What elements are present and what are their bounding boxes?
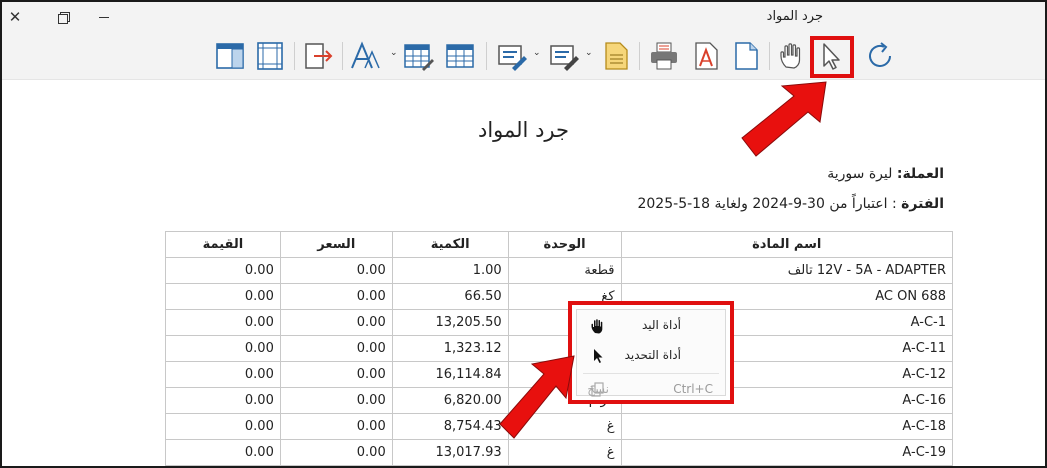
period-value: : اعتباراً من 30-9-2024 ولغاية 18-5-2025 (637, 196, 902, 212)
hand-tool-icon[interactable] (776, 40, 808, 72)
edit-dropdown-chevron-icon[interactable]: ⌄ (533, 48, 543, 58)
cell-name: A-C-19 (620, 439, 954, 466)
cell-name: A-C-18 (620, 413, 954, 440)
title-bar: ✕ جرد المواد (2, 2, 1045, 34)
font-dropdown-chevron-icon[interactable]: ⌄ (390, 48, 400, 58)
report-title: جرد المواد (477, 118, 569, 142)
cell-quantity: 16,114.84 (391, 361, 509, 388)
currency-value: ليرة سورية (827, 166, 897, 182)
refresh-icon[interactable] (864, 40, 896, 72)
cell-value: 0.00 (165, 309, 281, 336)
annotation-arrow-menu (499, 355, 575, 439)
edit-document-2-icon[interactable] (548, 40, 580, 72)
menu-item-label: أداة التحديد (624, 348, 681, 362)
document-yellow-icon[interactable] (600, 40, 632, 72)
column-header-quantity: الكمية (391, 231, 509, 258)
cell-value: 0.00 (165, 439, 281, 466)
toolbar-separator (486, 42, 487, 70)
hand-icon (589, 317, 607, 335)
cell-value: 0.00 (165, 283, 281, 310)
cell-price: 0.00 (279, 361, 393, 388)
export-icon[interactable] (302, 40, 334, 72)
table-grid-icon[interactable] (444, 40, 476, 72)
cell-value: 0.00 (165, 387, 281, 414)
app-window: ✕ جرد المواد ⌄ ⌄ ⌄ جرد المواد العملة: لي… (0, 0, 1047, 468)
cell-quantity: 66.50 (391, 283, 509, 310)
toolbar-separator (639, 42, 640, 70)
cell-quantity: 13,205.50 (391, 309, 509, 336)
cell-value: 0.00 (165, 361, 281, 388)
menu-item-select-tool[interactable]: أداة التحديد (577, 342, 725, 370)
table-edit-icon[interactable] (402, 40, 434, 72)
cell-quantity: 6,820.00 (391, 387, 509, 414)
menu-item-label: نسخ (587, 382, 609, 396)
column-header-name: اسم المادة (620, 231, 954, 258)
toolbar-separator (294, 42, 295, 70)
table-row: 0.00 0.00 66.50 كغ AC ON 688 (165, 283, 954, 310)
toolbar: ⌄ ⌄ ⌄ (2, 34, 1045, 80)
context-menu-panel: أداة اليد أداة التحديد نسخ Ctrl+C (576, 309, 726, 397)
menu-item-shortcut: Ctrl+C (673, 382, 713, 396)
print-icon[interactable] (648, 40, 680, 72)
period-label: الفترة (901, 196, 944, 212)
context-menu: أداة اليد أداة التحديد نسخ Ctrl+C (568, 301, 734, 404)
minimize-window-icon[interactable] (99, 17, 109, 18)
table-row: 0.00 0.00 13,205.50 A-C-1 (165, 309, 954, 336)
page-margins-icon[interactable] (254, 40, 286, 72)
edit-document-icon[interactable] (496, 40, 528, 72)
table-header-row: القيمة السعر الكمية الوحدة اسم المادة (165, 231, 954, 258)
cell-quantity: 1.00 (391, 257, 509, 284)
column-header-unit: الوحدة (507, 231, 622, 258)
cell-unit: قطعة (507, 257, 622, 284)
cell-value: 0.00 (165, 335, 281, 362)
cell-name: 12V - 5A - ADAPTER تالف (620, 257, 954, 284)
restore-window-icon[interactable] (52, 6, 74, 28)
cell-price: 0.00 (279, 283, 393, 310)
currency-label: العملة: (896, 166, 944, 182)
layout-sidebar-icon[interactable] (214, 40, 246, 72)
annotation-arrow-toolbar (741, 81, 827, 157)
period-row: الفترة : اعتباراً من 30-9-2024 ولغاية 18… (637, 196, 944, 212)
cell-value: 0.00 (165, 413, 281, 440)
menu-divider (583, 373, 719, 374)
font-icon[interactable] (348, 40, 380, 72)
cell-quantity: 8,754.43 (391, 413, 509, 440)
pdf-icon[interactable] (690, 40, 722, 72)
cell-price: 0.00 (279, 335, 393, 362)
edit2-dropdown-chevron-icon[interactable]: ⌄ (585, 48, 595, 58)
cell-price: 0.00 (279, 257, 393, 284)
cell-price: 0.00 (279, 387, 393, 414)
cell-price: 0.00 (279, 439, 393, 466)
cell-quantity: 1,323.12 (391, 335, 509, 362)
toolbar-separator (769, 42, 770, 70)
column-header-value: القيمة (165, 231, 281, 258)
toolbar-separator (342, 42, 343, 70)
select-tool-highlight (810, 36, 854, 78)
currency-row: العملة: ليرة سورية (827, 166, 944, 182)
window-title: جرد المواد (766, 9, 823, 24)
cell-price: 0.00 (279, 413, 393, 440)
menu-item-label: أداة اليد (641, 318, 681, 332)
table-row: 0.00 0.00 1.00 قطعة 12V - 5A - ADAPTER ت… (165, 257, 954, 284)
cell-quantity: 13,017.93 (391, 439, 509, 466)
cell-value: 0.00 (165, 257, 281, 284)
close-window-icon[interactable]: ✕ (4, 6, 26, 28)
menu-item-hand-tool[interactable]: أداة اليد (577, 312, 725, 340)
cursor-icon (589, 347, 607, 365)
cell-price: 0.00 (279, 309, 393, 336)
column-header-price: السعر (279, 231, 393, 258)
page-icon[interactable] (730, 40, 762, 72)
menu-item-copy[interactable]: نسخ Ctrl+C (577, 376, 725, 404)
